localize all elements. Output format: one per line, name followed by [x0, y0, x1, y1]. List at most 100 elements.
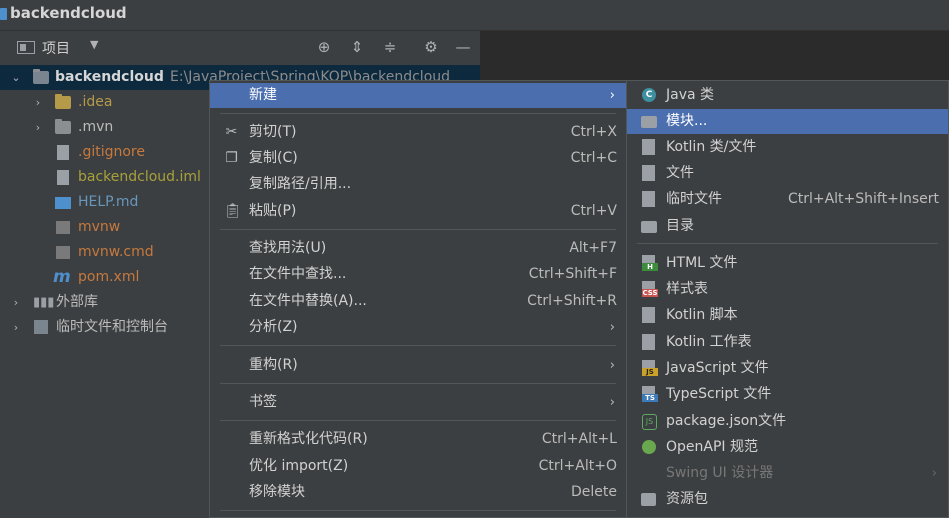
collapse-all-icon[interactable]: ≑: [380, 31, 400, 64]
menu-item-label: 新建: [249, 87, 277, 103]
resource-bundle-icon: [641, 493, 656, 506]
menu-item-label: 重构(R): [249, 357, 298, 373]
menu-item-label: Java 类: [666, 87, 715, 103]
submenu-item-package-json[interactable]: JS package.json文件: [627, 409, 948, 434]
project-view-selector[interactable]: 项目: [42, 38, 70, 58]
chevron-right-icon: ›: [609, 320, 615, 335]
css-file-icon: CSS: [642, 281, 658, 297]
chevron-right-icon[interactable]: ›: [10, 290, 22, 315]
menu-item-label: 文件: [666, 165, 694, 181]
menu-separator: [220, 345, 616, 346]
menu-item-paste[interactable]: 📋︎ 粘贴(P) Ctrl+V: [210, 199, 626, 224]
menu-separator: [220, 510, 616, 511]
new-submenu: C Java 类 模块... Kotlin 类/文件 文件 临时文件 Ctrl+…: [626, 80, 949, 518]
tree-item-label: .gitignore: [78, 144, 145, 160]
menu-item-label: 复制(C): [249, 150, 298, 166]
submenu-item-resource-bundle[interactable]: 资源包: [627, 487, 948, 512]
menu-item-optimize-imports[interactable]: 优化 import(Z) Ctrl+Alt+O: [210, 454, 626, 479]
folder-icon: [641, 221, 657, 233]
chevron-right-icon[interactable]: ›: [32, 115, 44, 140]
submenu-item-kotlin-worksheet[interactable]: Kotlin 工作表: [627, 330, 948, 355]
chevron-right-icon: ›: [931, 466, 937, 481]
submenu-item-directory[interactable]: 目录: [627, 214, 948, 239]
menu-item-bookmarks[interactable]: 书签 ›: [210, 390, 626, 415]
menu-item-analyze[interactable]: 分析(Z) ›: [210, 315, 626, 340]
openapi-icon: [642, 440, 656, 454]
menu-item-shortcut: Ctrl+Shift+F: [528, 266, 617, 282]
tree-item-label: HELP.md: [78, 194, 139, 210]
menu-item-remove-module[interactable]: 移除模块 Delete: [210, 480, 626, 505]
scratches-icon: [34, 320, 48, 334]
folder-icon: [55, 94, 71, 109]
menu-item-label: 查找用法(U): [249, 240, 327, 256]
menu-item-label: TypeScript 文件: [666, 386, 772, 402]
menu-item-label: 粘贴(P): [249, 203, 297, 219]
menu-item-cut[interactable]: ✂ 剪切(T) Ctrl+X: [210, 120, 626, 145]
menu-item-new[interactable]: 新建 ›: [210, 83, 626, 108]
menu-item-find-in-files[interactable]: 在文件中查找... Ctrl+Shift+F: [210, 262, 626, 287]
chevron-down-icon[interactable]: ▼: [90, 38, 98, 51]
hide-icon[interactable]: —: [453, 31, 473, 64]
submenu-item-java-class[interactable]: C Java 类: [627, 83, 948, 108]
menu-item-label: 样式表: [666, 281, 708, 297]
tree-item-label: mvnw.cmd: [78, 244, 154, 260]
module-folder-icon: [641, 116, 657, 128]
menu-item-shortcut: Ctrl+Alt+O: [538, 458, 617, 474]
tree-item-label: .mvn: [78, 119, 114, 135]
menu-item-label: 在文件中替换(A)...: [249, 293, 367, 309]
menu-item-label: 在文件中查找...: [249, 266, 347, 282]
submenu-item-file[interactable]: 文件: [627, 161, 948, 186]
submenu-item-stylesheet[interactable]: CSS 样式表: [627, 277, 948, 302]
tree-item-label: .idea: [78, 94, 113, 110]
menu-item-copy[interactable]: ❐ 复制(C) Ctrl+C: [210, 146, 626, 171]
submenu-item-scratch-file[interactable]: 临时文件 Ctrl+Alt+Shift+Insert: [627, 187, 948, 212]
submenu-item-kotlin-class[interactable]: Kotlin 类/文件: [627, 135, 948, 160]
folder-icon: [55, 119, 71, 134]
context-menu: 新建 › ✂ 剪切(T) Ctrl+X ❐ 复制(C) Ctrl+C 复制路径/…: [209, 80, 627, 518]
menu-item-copy-path[interactable]: 复制路径/引用...: [210, 172, 626, 197]
chevron-right-icon: ›: [609, 88, 615, 103]
kotlin-worksheet-icon: [642, 334, 655, 350]
submenu-item-swing-ui[interactable]: Swing UI 设计器 ›: [627, 461, 948, 486]
expand-all-icon[interactable]: ⇕: [347, 31, 367, 64]
menu-item-replace-in-files[interactable]: 在文件中替换(A)... Ctrl+Shift+R: [210, 289, 626, 314]
menu-item-reformat[interactable]: 重新格式化代码(R) Ctrl+Alt+L: [210, 427, 626, 452]
menu-item-label: 重新格式化代码(R): [249, 431, 368, 447]
submenu-item-javascript[interactable]: JS JavaScript 文件: [627, 356, 948, 381]
menu-item-shortcut: Ctrl+V: [570, 203, 617, 219]
submenu-item-typescript[interactable]: TS TypeScript 文件: [627, 382, 948, 407]
menu-item-label: 临时文件: [666, 191, 722, 207]
menu-separator: [220, 420, 616, 421]
menu-item-label: 资源包: [666, 491, 708, 507]
chevron-down-icon[interactable]: ⌄: [10, 65, 22, 90]
copy-icon: ❐: [225, 150, 238, 166]
menu-item-label: Kotlin 类/文件: [666, 139, 757, 155]
window-title: backendcloud: [10, 4, 127, 22]
typescript-file-icon: TS: [642, 386, 658, 402]
submenu-item-module[interactable]: 模块...: [627, 109, 948, 134]
project-toolbar: 项目 ▼ ⊕ ⇕ ≑ ⚙ —: [0, 31, 480, 64]
tree-item-label: mvnw: [78, 219, 121, 235]
submenu-item-kotlin-script[interactable]: Kotlin 脚本: [627, 303, 948, 328]
java-class-icon: C: [642, 88, 656, 102]
menu-item-label: Kotlin 脚本: [666, 307, 738, 323]
menu-item-label: 移除模块: [249, 484, 305, 500]
chevron-right-icon: ›: [609, 395, 615, 410]
library-icon: ▮▮▮: [33, 295, 55, 310]
locate-icon[interactable]: ⊕: [314, 31, 334, 64]
chevron-right-icon: ›: [609, 358, 615, 373]
menu-item-find-usages[interactable]: 查找用法(U) Alt+F7: [210, 236, 626, 261]
clipboard-icon: 📋︎: [224, 203, 242, 219]
menu-item-refactor[interactable]: 重构(R) ›: [210, 353, 626, 378]
menu-item-label: 分析(Z): [249, 319, 298, 335]
kotlin-file-icon: [642, 139, 655, 155]
menu-item-shortcut: Delete: [571, 484, 617, 500]
gear-icon[interactable]: ⚙: [421, 31, 441, 64]
submenu-item-html[interactable]: H HTML 文件: [627, 251, 948, 276]
submenu-item-openapi[interactable]: OpenAPI 规范: [627, 435, 948, 460]
menu-separator: [637, 243, 938, 244]
menu-item-label: package.json文件: [666, 413, 787, 429]
chevron-right-icon[interactable]: ›: [32, 90, 44, 115]
menu-item-label: 复制路径/引用...: [249, 176, 352, 192]
chevron-right-icon[interactable]: ›: [10, 315, 22, 340]
